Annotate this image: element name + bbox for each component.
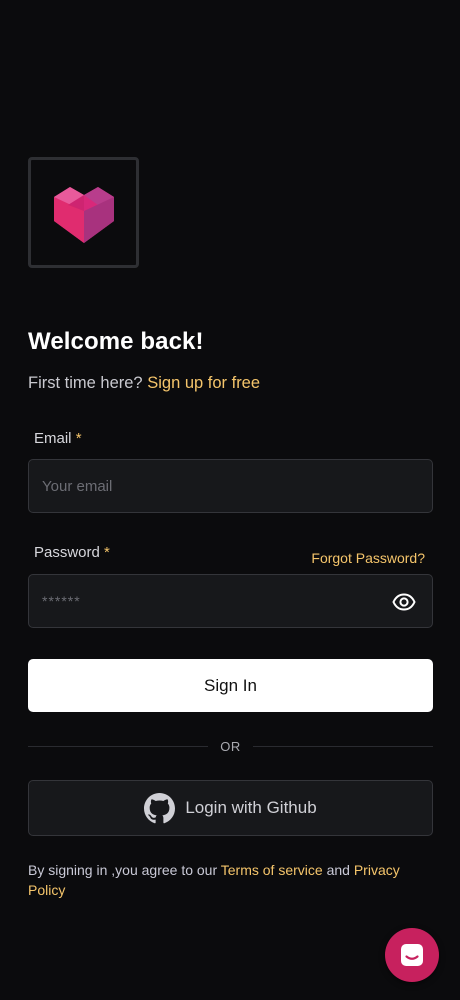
email-input[interactable] xyxy=(42,477,419,495)
chat-launcher-button[interactable] xyxy=(385,928,439,982)
terms-prefix: By signing in ,you agree to our xyxy=(28,862,218,878)
github-login-button[interactable]: Login with Github xyxy=(28,780,433,836)
terms-and: and xyxy=(326,862,350,878)
page-title: Welcome back! xyxy=(28,328,204,355)
signup-link[interactable]: Sign up for free xyxy=(147,374,260,392)
app-logo xyxy=(28,157,139,268)
signup-prompt-text: First time here? xyxy=(28,374,143,392)
password-label-text: Password xyxy=(34,544,100,561)
eye-icon xyxy=(392,593,416,611)
login-page: Welcome back! First time here? Sign up f… xyxy=(0,0,460,1000)
sign-in-button[interactable]: Sign In xyxy=(28,659,433,712)
email-label-text: Email xyxy=(34,430,72,447)
email-label: Email * xyxy=(34,430,82,447)
heart-cube-logo-icon xyxy=(53,186,114,243)
password-field[interactable] xyxy=(28,574,433,628)
terms-notice: By signing in ,you agree to our Terms of… xyxy=(28,860,433,900)
divider-text: OR xyxy=(220,738,241,754)
password-required-mark: * xyxy=(104,544,110,561)
github-login-label: Login with Github xyxy=(185,798,317,817)
email-required-mark: * xyxy=(75,430,82,447)
toggle-password-visibility-button[interactable] xyxy=(392,590,416,614)
password-input[interactable] xyxy=(42,592,419,610)
forgot-password-link[interactable]: Forgot Password? xyxy=(311,550,425,566)
or-divider: OR xyxy=(28,736,433,756)
github-icon xyxy=(144,792,176,823)
password-label: Password * xyxy=(34,544,110,561)
signup-prompt: First time here? Sign up for free xyxy=(28,374,260,393)
divider-line-right xyxy=(252,745,433,747)
divider-line-left xyxy=(28,745,209,747)
terms-of-service-link[interactable]: Terms of service xyxy=(221,862,323,878)
email-field[interactable] xyxy=(28,459,433,513)
chat-icon xyxy=(401,944,423,966)
